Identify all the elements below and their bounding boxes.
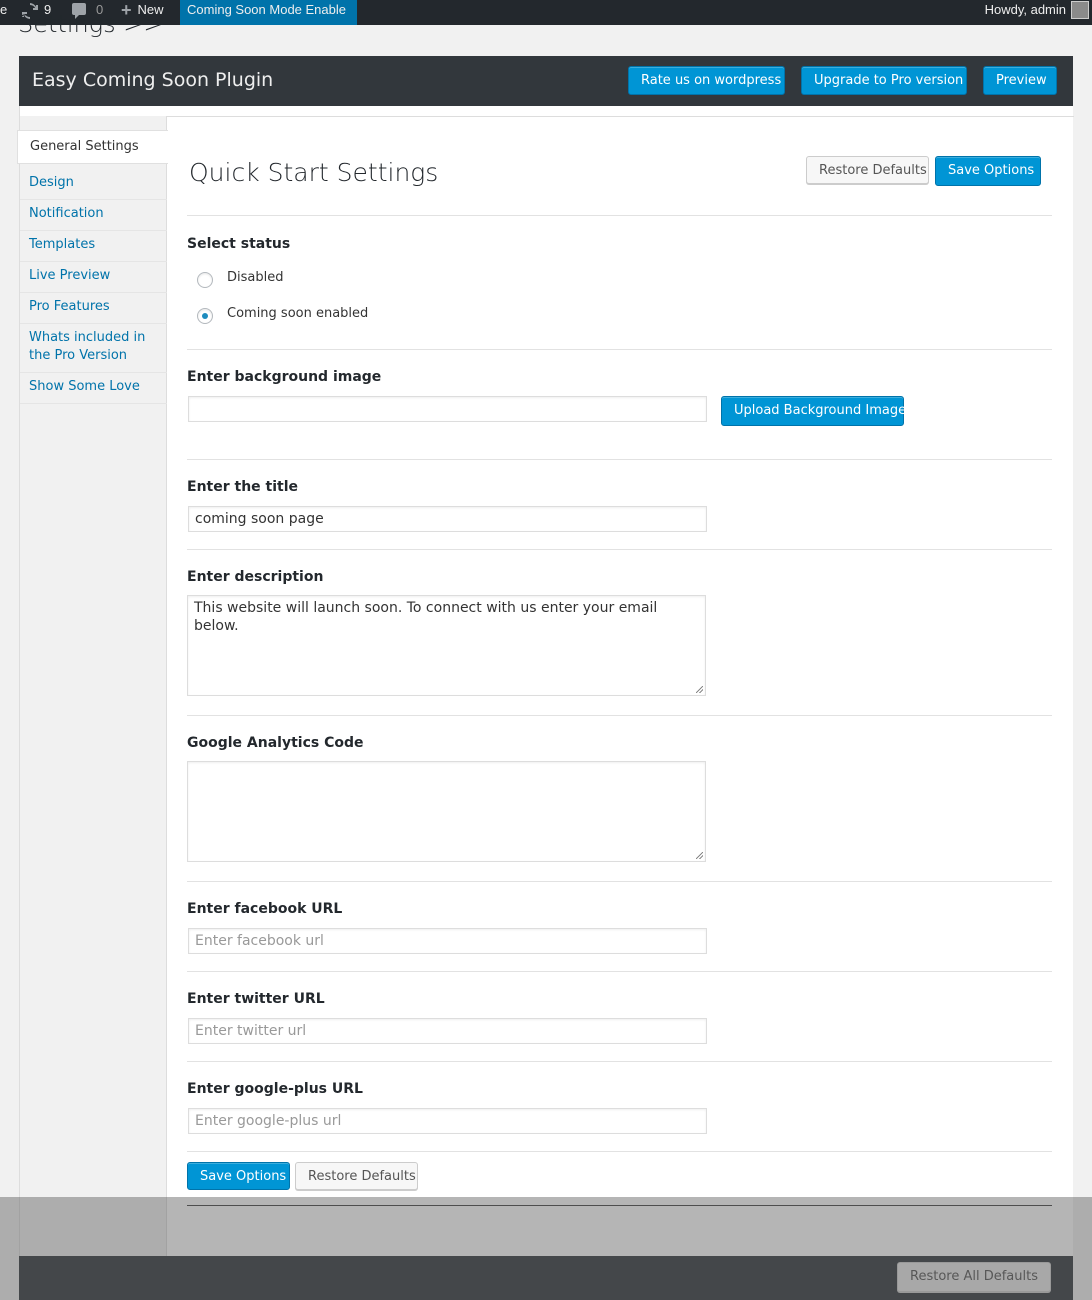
avatar[interactable] (1071, 1, 1089, 19)
admin-bar-site-link[interactable]: e (0, 0, 7, 25)
sidebar-item-whats-included[interactable]: Whats included in the Pro Version (20, 322, 167, 373)
plugin-header: Easy Coming Soon Plugin Rate us on wordp… (19, 56, 1073, 106)
description-text: This website will launch soon. To connec… (194, 600, 658, 634)
sidebar-item-templates[interactable]: Templates (20, 229, 167, 262)
divider (187, 715, 1052, 716)
resize-grip-icon[interactable] (696, 852, 703, 859)
background-image-input[interactable] (188, 396, 707, 422)
googleplus-label: Enter google-plus URL (187, 1081, 363, 1097)
background-image-label: Enter background image (187, 369, 382, 385)
admin-bar-account[interactable]: Howdy, admin (985, 0, 1066, 25)
sidebar-item-show-some-love[interactable]: Show Some Love (20, 371, 167, 404)
divider (187, 349, 1052, 350)
divider (187, 881, 1052, 882)
admin-bar-coming-soon-toggle[interactable]: Coming Soon Mode Enable (180, 0, 357, 25)
radio-button-checked[interactable] (197, 308, 213, 324)
sidebar-item-pro-features[interactable]: Pro Features (20, 291, 167, 324)
analytics-label: Google Analytics Code (187, 735, 364, 751)
upgrade-pro-button[interactable]: Upgrade to Pro version (801, 66, 967, 95)
facebook-label: Enter facebook URL (187, 901, 343, 917)
preview-button[interactable]: Preview (983, 66, 1057, 95)
status-label: Select status (187, 236, 291, 252)
divider (187, 971, 1052, 972)
page-title: Settings >> (18, 10, 164, 38)
title-input[interactable]: coming soon page (188, 506, 707, 532)
save-options-button[interactable]: Save Options (935, 156, 1041, 186)
analytics-textarea[interactable] (187, 761, 706, 862)
rate-us-button[interactable]: Rate us on wordpress (628, 66, 785, 95)
restore-defaults-button-bottom[interactable]: Restore Defaults (295, 1162, 418, 1190)
restore-all-defaults-button[interactable]: Restore All Defaults (897, 1262, 1051, 1292)
divider (187, 215, 1052, 216)
resize-grip-icon[interactable] (696, 686, 703, 693)
description-textarea[interactable]: This website will launch soon. To connec… (187, 595, 706, 696)
divider (187, 1151, 1052, 1152)
description-label: Enter description (187, 569, 324, 585)
sidebar-item-live-preview[interactable]: Live Preview (20, 260, 167, 293)
restore-defaults-button[interactable]: Restore Defaults (806, 156, 929, 184)
twitter-label: Enter twitter URL (187, 991, 325, 1007)
footer-bar: Restore All Defaults (19, 1256, 1073, 1300)
divider (187, 459, 1052, 460)
twitter-url-input[interactable]: Enter twitter url (188, 1018, 707, 1044)
sidebar-nav: General Settings Design Notification Tem… (17, 116, 168, 1256)
radio-label: Coming soon enabled (227, 306, 369, 321)
save-options-button-bottom[interactable]: Save Options (187, 1162, 290, 1190)
divider (187, 1205, 1052, 1206)
radio-label: Disabled (227, 270, 284, 285)
sidebar-item-notification[interactable]: Notification (20, 198, 167, 231)
content-top-border (167, 116, 1074, 117)
plugin-title: Easy Coming Soon Plugin (32, 69, 274, 91)
facebook-url-input[interactable]: Enter facebook url (188, 928, 707, 954)
title-label: Enter the title (187, 479, 299, 495)
googleplus-url-input[interactable]: Enter google-plus url (188, 1108, 707, 1134)
upload-background-button[interactable]: Upload Background Image (721, 396, 906, 426)
sidebar-item-design[interactable]: Design (20, 167, 167, 200)
section-title: Quick Start Settings (189, 158, 439, 187)
admin-bar: e 9 0 + New Coming Soon Mode Enable Howdy… (0, 0, 1092, 25)
sidebar-item-general-settings[interactable]: General Settings (17, 130, 168, 164)
divider (187, 1061, 1052, 1062)
radio-button[interactable] (197, 272, 213, 288)
divider (187, 549, 1052, 550)
